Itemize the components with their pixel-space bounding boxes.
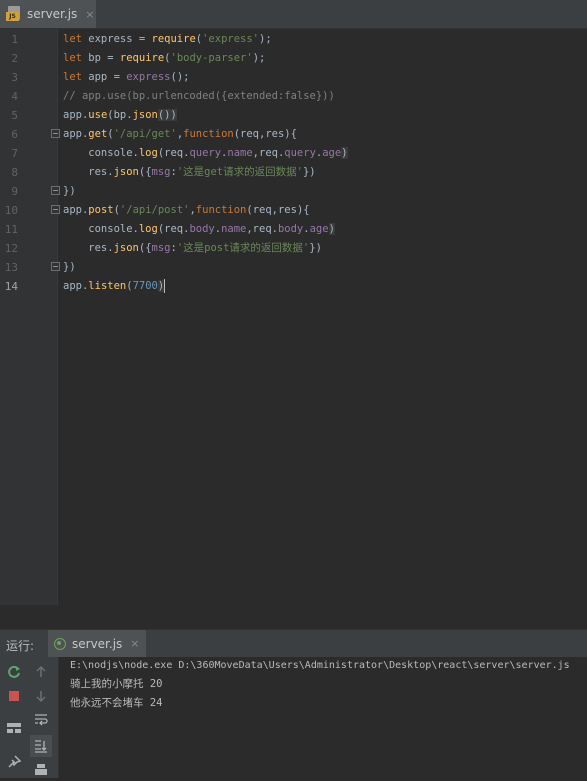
line-number: 8 <box>11 166 18 179</box>
run-panel-header: 运行: server.js × <box>0 629 587 658</box>
line-number: 3 <box>11 71 18 84</box>
rerun-button[interactable] <box>3 661 25 683</box>
code-line-5: app.use(bp.json()) <box>63 109 177 121</box>
line-number: 6 <box>11 128 18 141</box>
code-line-11: console.log(req.body.name,req.body.age) <box>63 223 335 235</box>
code-line-14: app.listen(7700) <box>63 279 166 293</box>
line-number: 13 <box>4 261 18 274</box>
text-caret <box>164 279 166 293</box>
scroll-down-button[interactable] <box>30 685 52 707</box>
nodejs-icon <box>54 637 66 650</box>
tab-label: server.js <box>27 7 78 21</box>
code-line-13: }) <box>63 261 76 273</box>
run-tab-server-js[interactable]: server.js × <box>48 630 146 657</box>
console-line: 骑上我的小摩托 20 <box>70 678 163 690</box>
line-number: 1 <box>11 33 18 46</box>
fold-marker-icon[interactable] <box>51 205 60 214</box>
line-number: 9 <box>11 185 18 198</box>
code-line-4: // app.use(bp.urlencoded({extended:false… <box>63 90 335 102</box>
scroll-up-button[interactable] <box>30 661 52 683</box>
code-line-10: app.post('/api/post',function(req,res){ <box>63 204 310 216</box>
run-panel-title: 运行: <box>6 639 35 653</box>
code-line-12: res.json({msg:'这是post请求的返回数据'}) <box>63 242 322 254</box>
fold-marker-icon[interactable] <box>51 129 60 138</box>
code-line-2: let bp = require('body-parser'); <box>63 52 266 64</box>
code-line-9: }) <box>63 185 76 197</box>
console-line: 他永远不会堵车 24 <box>70 697 163 709</box>
run-panel: E:\nodjs\node.exe D:\360MoveData\Users\A… <box>0 657 587 778</box>
line-number: 11 <box>4 223 18 236</box>
line-number: 5 <box>11 109 18 122</box>
code-line-6: app.get('/api/get',function(req,res){ <box>63 128 297 140</box>
tab-server-js[interactable]: JS server.js × <box>0 0 96 28</box>
code-line-7: console.log(req.query.name,req.query.age… <box>63 147 348 159</box>
code-line-3: let app = express(); <box>63 71 190 83</box>
stop-icon <box>9 691 19 701</box>
editor-tab-bar: JS server.js × <box>0 0 587 29</box>
fold-marker-icon[interactable] <box>51 186 60 195</box>
run-tab-label: server.js <box>72 636 123 651</box>
soft-wrap-icon <box>35 714 48 726</box>
arrow-down-icon <box>36 691 46 703</box>
console-line: E:\nodjs\node.exe D:\360MoveData\Users\A… <box>70 660 570 671</box>
soft-wrap-button[interactable] <box>30 709 52 731</box>
line-number: 12 <box>4 242 18 255</box>
layout-icon <box>7 723 21 733</box>
line-number: 2 <box>11 52 18 65</box>
close-icon[interactable]: × <box>85 8 94 21</box>
code-line-1: let express = require('express'); <box>63 33 272 45</box>
code-line-8: res.json({msg:'这是get请求的返回数据'}) <box>63 166 316 178</box>
line-number: 10 <box>4 204 18 217</box>
pin-button[interactable] <box>3 751 25 773</box>
line-number-gutter: 1 2 3 4 5 6 7 8 9 10 11 12 13 14 <box>0 29 60 605</box>
arrow-up-icon <box>36 665 46 677</box>
close-icon[interactable]: × <box>130 637 139 650</box>
stop-button[interactable] <box>3 685 25 707</box>
pin-icon <box>8 755 22 768</box>
code-editor[interactable]: 1 2 3 4 5 6 7 8 9 10 11 12 13 14 let exp… <box>0 29 587 605</box>
layout-button[interactable] <box>3 717 25 739</box>
line-number: 4 <box>11 90 18 103</box>
line-number: 14 <box>4 280 18 293</box>
fold-marker-icon[interactable] <box>51 262 60 271</box>
print-icon <box>35 764 47 775</box>
line-number: 7 <box>11 147 18 160</box>
scroll-to-end-icon <box>35 740 47 753</box>
scroll-to-end-button[interactable] <box>30 735 52 757</box>
js-file-icon: JS <box>6 6 22 22</box>
run-toolbar <box>0 657 59 778</box>
rerun-icon <box>8 665 20 678</box>
